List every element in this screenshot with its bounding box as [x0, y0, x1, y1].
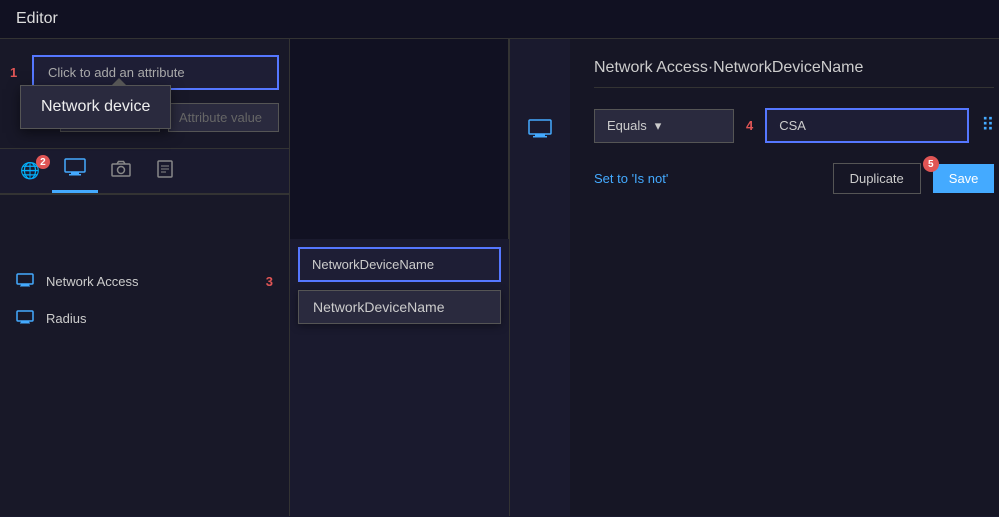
camera-icon [110, 160, 132, 183]
config-equals-select[interactable]: Equals ▾ [594, 109, 734, 143]
tab-globe[interactable]: 🌐 2 [8, 149, 52, 193]
main-area: 1 Click to add an attribute ☎ Equals ▾ A… [0, 39, 999, 516]
device-name-option[interactable]: NetworkDeviceName [298, 290, 501, 324]
device-icon-col [510, 39, 570, 516]
step5-badge: 5 [923, 156, 939, 172]
attribute-value-input[interactable]: Attribute value [168, 103, 279, 132]
radius-icon [16, 310, 34, 327]
step3-badge: 3 [266, 274, 273, 289]
step1-badge: 1 [10, 65, 24, 80]
set-not-link[interactable]: Set to 'Is not' [594, 171, 668, 186]
save-button[interactable]: 5 Save [933, 164, 995, 193]
header-title: Editor [16, 10, 58, 27]
dropdown-panel: NetworkDeviceName NetworkDeviceName [290, 39, 510, 516]
network-device-tooltip: Network device [20, 85, 171, 129]
step4-badge: 4 [746, 118, 753, 133]
grid-icon[interactable]: ⠿ [981, 115, 994, 136]
duplicate-button[interactable]: Duplicate [833, 163, 921, 194]
notes-icon [156, 160, 174, 183]
config-condition-row: Equals ▾ 4 ⠿ [594, 108, 994, 143]
left-panel: 1 Click to add an attribute ☎ Equals ▾ A… [0, 39, 290, 516]
tabs-row: 🌐 2 [0, 149, 289, 195]
list-items: Network Access 3 Radius [0, 255, 289, 345]
config-actions: Set to 'Is not' Duplicate 5 Save [594, 163, 994, 194]
tab-notes[interactable] [144, 149, 186, 193]
tab-camera[interactable] [98, 149, 144, 193]
monitor-icon [64, 158, 86, 181]
right-panel: NetworkDeviceName NetworkDeviceName Netw… [290, 39, 999, 516]
device-monitor-icon [528, 119, 552, 145]
device-name-dropdown[interactable]: NetworkDeviceName [298, 247, 501, 282]
radius-label: Radius [46, 311, 86, 326]
tab-globe-badge: 2 [36, 155, 50, 169]
list-item-radius[interactable]: Radius [0, 300, 289, 337]
config-panel: Network Access·NetworkDeviceName Equals … [570, 39, 999, 516]
list-item-network-access[interactable]: Network Access 3 [0, 263, 289, 300]
network-access-label: Network Access [46, 274, 138, 289]
tab-monitor[interactable] [52, 149, 98, 193]
editor-header: Editor [0, 0, 999, 39]
network-access-icon [16, 273, 34, 290]
csa-input[interactable] [765, 108, 969, 143]
chevron-down-icon: ▾ [655, 118, 662, 134]
config-title: Network Access·NetworkDeviceName [594, 59, 994, 88]
